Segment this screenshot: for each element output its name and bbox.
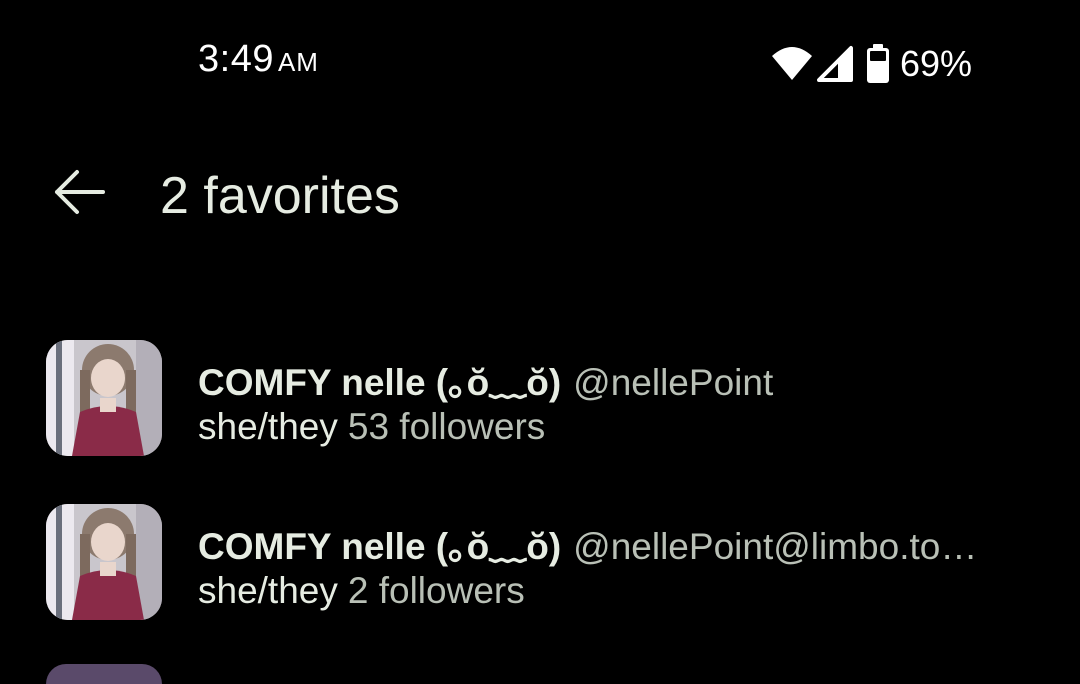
avatar[interactable] xyxy=(46,504,162,620)
battery-icon xyxy=(866,44,890,84)
item-title-line: COMFY nelle (｡ŏ﹏ŏ) @nellePoint xyxy=(198,352,998,406)
battery-percent: 69% xyxy=(900,43,973,84)
status-icons: 69% xyxy=(770,40,972,88)
page-title: 2 favorites xyxy=(160,167,400,225)
followers-count: 2 followers xyxy=(347,570,525,611)
wifi-icon xyxy=(770,44,814,84)
status-bar: 3:49 AM 69% xyxy=(0,0,1080,124)
list-item[interactable]: COMFY nelle (｡ŏ﹏ŏ) @nellePoint@limbo.to… … xyxy=(0,494,1080,634)
signal-icon xyxy=(816,45,854,83)
display-name: COMFY nelle (｡ŏ﹏ŏ) xyxy=(198,362,562,403)
display-name: COMFY nelle (｡ŏ﹏ŏ) xyxy=(198,526,562,567)
pronouns: she/they xyxy=(198,406,338,447)
item-subtitle-line: she/they 2 followers xyxy=(198,570,525,612)
next-avatar-peek xyxy=(46,664,162,684)
status-time-ampm: AM xyxy=(277,47,319,77)
list-item[interactable]: COMFY nelle (｡ŏ﹏ŏ) @nellePoint she/they 53… xyxy=(0,330,1080,470)
item-title-line: COMFY nelle (｡ŏ﹏ŏ) @nellePoint@limbo.to… xyxy=(198,516,998,570)
user-handle: @nellePoint@limbo.to… xyxy=(573,526,978,567)
item-subtitle-line: she/they 53 followers xyxy=(198,406,545,448)
arrow-left-icon xyxy=(51,168,107,221)
pronouns: she/they xyxy=(198,570,338,611)
status-time: 3:49 AM xyxy=(198,38,319,81)
avatar[interactable] xyxy=(46,340,162,456)
back-button[interactable] xyxy=(46,164,112,224)
top-app-bar: 2 favorites xyxy=(0,130,1080,260)
status-time-value: 3:49 xyxy=(198,38,274,80)
followers-count: 53 followers xyxy=(347,406,546,447)
user-handle: @nellePoint xyxy=(573,362,774,403)
